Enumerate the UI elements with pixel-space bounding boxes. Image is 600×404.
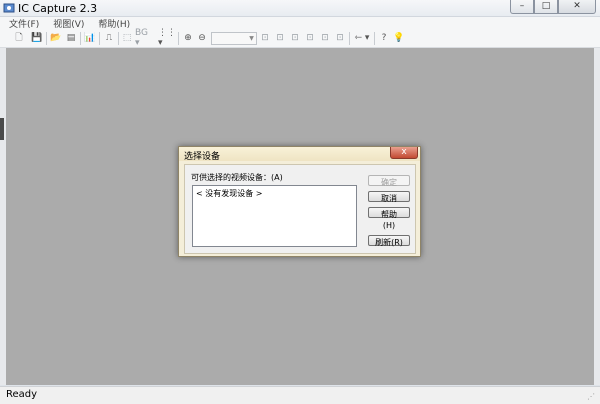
format-dropdown-icon[interactable]: ⋮⋮ ▾ (158, 28, 176, 48)
zoom-out-icon[interactable]: ⊖ (196, 32, 208, 44)
toolbar-separator (349, 32, 350, 45)
menu-view[interactable]: 视图(V) (44, 17, 89, 30)
right-frame-edge (594, 48, 600, 385)
histogram-icon[interactable]: 📊 (84, 32, 96, 44)
ic-capture-window: IC Capture 2.3 – □ ✕ 文件(F) 视图(V) 帮助(H) 🗋… (0, 0, 600, 404)
status-bar: Ready ⋰ (0, 386, 600, 404)
device-list[interactable]: < 没有发现设备 > (192, 185, 357, 247)
toolbar-separator (46, 32, 47, 45)
maximize-button[interactable]: □ (534, 0, 558, 14)
toolbar-separator (80, 32, 81, 45)
dialog-body: 可供选择的视频设备：(A) < 没有发现设备 > 确定 取消 帮助(H) 刷新(… (184, 164, 416, 254)
toolbar: 🗋 💾 📂 ▤ 📊 ⎍ ⬚ BG ▾ ⋮⋮ ▾ ⊕ ⊖ ▼ ⊡ ⊡ ⊡ ⊡ ⊡ … (0, 28, 600, 48)
ok-button[interactable]: 确定 (368, 175, 410, 187)
menu-file[interactable]: 文件(F) (0, 17, 44, 30)
resize-grip-icon[interactable]: ⋰ (587, 392, 597, 402)
roi-icon[interactable]: ⬚ (121, 32, 133, 44)
snap-sequence-icon[interactable]: ⊡ (274, 32, 286, 44)
refresh-button[interactable]: 刷新(R) (368, 235, 410, 247)
status-text: Ready (6, 389, 38, 400)
save-icon[interactable]: 💾 (31, 32, 43, 44)
cancel-button[interactable]: 取消 (368, 191, 410, 203)
print-icon[interactable]: ⊡ (334, 32, 346, 44)
menu-help[interactable]: 帮助(H) (89, 17, 135, 30)
record-icon[interactable]: ⊡ (289, 32, 301, 44)
zoom-in-icon[interactable]: ⊕ (182, 32, 194, 44)
maximize-icon: □ (541, 1, 551, 11)
overlay-icon[interactable]: ▤ (65, 32, 77, 44)
snap-image-icon[interactable]: ⊡ (259, 32, 271, 44)
window-controls: – □ ✕ (510, 0, 596, 14)
minimize-icon: – (519, 1, 525, 11)
bg-dropdown-icon[interactable]: BG ▾ (135, 28, 155, 48)
close-icon: ✕ (573, 1, 581, 11)
device-list-label: 可供选择的视频设备：(A) (191, 173, 283, 182)
select-device-dialog: 选择设备 x 可供选择的视频设备：(A) < 没有发现设备 > 确定 取消 帮助… (178, 146, 421, 257)
menu-bar: 文件(F) 视图(V) 帮助(H) (0, 17, 600, 30)
dialog-title-bar[interactable]: 选择设备 x (179, 147, 420, 162)
title-bar[interactable]: IC Capture 2.3 – □ ✕ (0, 0, 600, 17)
zoom-combobox[interactable]: ▼ (211, 32, 257, 45)
device-select-icon[interactable]: ⇽ ▾ (353, 32, 371, 44)
close-icon: x (401, 147, 407, 157)
dialog-title: 选择设备 (184, 152, 221, 162)
toolbar-separator (374, 32, 375, 45)
left-splitter-handle[interactable] (0, 118, 4, 140)
export-icon[interactable]: ⊡ (304, 32, 316, 44)
context-help-icon[interactable]: ? (378, 32, 390, 44)
toolbar-separator (118, 32, 119, 45)
dialog-close-button[interactable]: x (390, 147, 418, 159)
help-button[interactable]: 帮助(H) (368, 207, 410, 230)
trigger-icon[interactable]: ⎍ (103, 32, 115, 44)
window-title: IC Capture 2.3 (18, 2, 98, 15)
copy-icon[interactable]: ⊡ (319, 32, 331, 44)
toolbar-separator (178, 32, 179, 45)
tip-icon[interactable]: 💡 (393, 32, 405, 44)
close-button[interactable]: ✕ (558, 0, 596, 14)
app-icon (3, 3, 15, 13)
open-folder-icon[interactable]: 📂 (50, 32, 62, 44)
new-document-icon[interactable]: 🗋 (13, 32, 25, 44)
list-item[interactable]: < 没有发现设备 > (196, 188, 263, 199)
chevron-down-icon: ▼ (249, 35, 254, 42)
minimize-button[interactable]: – (510, 0, 534, 14)
toolbar-separator (99, 32, 100, 45)
